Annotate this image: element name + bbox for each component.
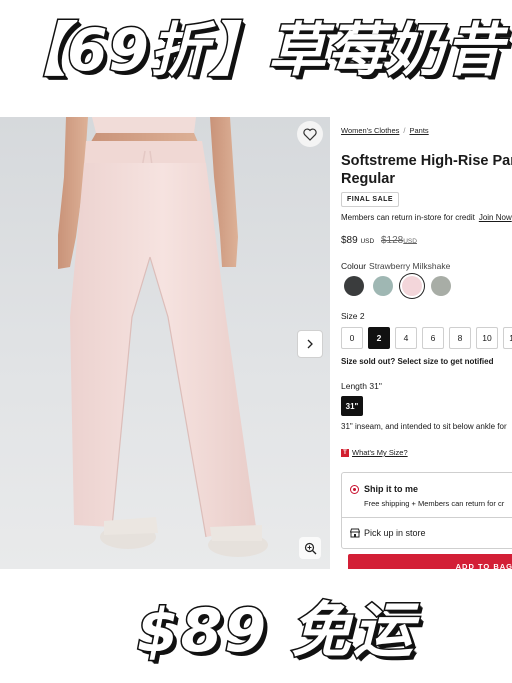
ship-it-subtitle: Free shipping + Members can return for c… bbox=[364, 499, 505, 508]
colour-swatch[interactable] bbox=[373, 276, 393, 296]
length-label: Length 31" bbox=[341, 381, 382, 391]
original-price-value: $128 bbox=[380, 235, 404, 246]
colour-selected-value: Strawberry Milkshake bbox=[369, 261, 451, 271]
product-title: Softstreme High-Rise Pant Regular bbox=[341, 152, 512, 188]
breadcrumb-item-womens-clothes[interactable]: Women's Clothes bbox=[341, 126, 399, 135]
promo-banner-top: 【69折】草莓奶昔 bbox=[7, 15, 505, 86]
original-price-currency: USD bbox=[403, 238, 417, 245]
colour-swatch[interactable] bbox=[402, 276, 422, 296]
member-return-note: Members can return in-store for credit Jo… bbox=[341, 213, 512, 222]
length-option-31[interactable]: 31" bbox=[341, 396, 363, 416]
product-title-line2: Regular bbox=[341, 171, 395, 187]
chevron-right-icon bbox=[307, 339, 313, 349]
size-sold-out-note[interactable]: Size sold out? Select size to get notifi… bbox=[341, 357, 493, 366]
store-icon bbox=[350, 528, 360, 538]
size-option-0[interactable]: 0 bbox=[341, 327, 363, 349]
wishlist-heart-button[interactable] bbox=[297, 121, 323, 147]
size-label-text: Size bbox=[341, 311, 358, 321]
pickup-option[interactable]: Pick up in store bbox=[341, 517, 512, 549]
breadcrumb: Women's Clothes / Pants bbox=[341, 126, 429, 135]
size-option-4[interactable]: 4 bbox=[395, 327, 417, 349]
length-label-text: Length bbox=[341, 381, 367, 391]
add-to-bag-button[interactable]: ADD TO BAG bbox=[348, 554, 512, 569]
colour-label-text: Colour bbox=[341, 261, 367, 271]
fit-tool-icon: T bbox=[341, 448, 349, 457]
heart-icon bbox=[303, 127, 317, 141]
join-now-link[interactable]: Join Now bbox=[479, 213, 512, 222]
inseam-note: 31" inseam, and intended to sit below an… bbox=[341, 422, 507, 431]
colour-swatch[interactable] bbox=[431, 276, 451, 296]
whats-my-size-link[interactable]: What's My Size? bbox=[352, 448, 408, 457]
size-option-8[interactable]: 8 bbox=[449, 327, 471, 349]
length-selected-value: 31" bbox=[369, 381, 382, 391]
colour-label: Colour Strawberry Milkshake bbox=[341, 261, 450, 271]
ship-it-title: Ship it to me bbox=[364, 484, 418, 494]
ship-it-option[interactable]: Ship it to me Free shipping + Members ca… bbox=[341, 472, 512, 518]
zoom-button[interactable] bbox=[299, 537, 321, 559]
next-image-button[interactable] bbox=[297, 330, 323, 358]
product-photo-illustration bbox=[58, 117, 268, 557]
zoom-in-icon bbox=[304, 542, 316, 554]
product-image[interactable] bbox=[0, 117, 330, 569]
size-option-6[interactable]: 6 bbox=[422, 327, 444, 349]
product-info-panel: Women's Clothes / Pants Softstreme High-Ri… bbox=[330, 117, 512, 569]
size-option-2[interactable]: 2 bbox=[368, 327, 390, 349]
colour-swatch[interactable] bbox=[344, 276, 364, 296]
product-title-line1: Softstreme High-Rise Pant bbox=[341, 153, 512, 169]
size-options: 0 2 4 6 8 10 12 bbox=[341, 327, 512, 349]
ship-radio[interactable] bbox=[350, 485, 359, 494]
final-sale-badge: FINAL SALE bbox=[341, 192, 400, 207]
size-option-10[interactable]: 10 bbox=[476, 327, 498, 349]
breadcrumb-item-pants[interactable]: Pants bbox=[410, 126, 429, 135]
size-label: Size 2 bbox=[341, 311, 365, 321]
member-note-text: Members can return in-store for credit bbox=[341, 213, 475, 222]
size-option-12[interactable]: 12 bbox=[503, 327, 512, 349]
breadcrumb-separator: / bbox=[403, 126, 406, 135]
current-price-currency: USD bbox=[360, 238, 375, 245]
price: $89 USD $128USD bbox=[341, 235, 417, 246]
promo-banner-bottom: $89 免运 bbox=[135, 595, 416, 668]
size-selected-value: 2 bbox=[359, 311, 365, 321]
original-price: $128USD bbox=[381, 235, 417, 246]
colour-swatches bbox=[344, 276, 451, 298]
current-price: $89 bbox=[341, 235, 358, 246]
whats-my-size[interactable]: T What's My Size? bbox=[341, 448, 408, 457]
pickup-title: Pick up in store bbox=[364, 528, 426, 538]
